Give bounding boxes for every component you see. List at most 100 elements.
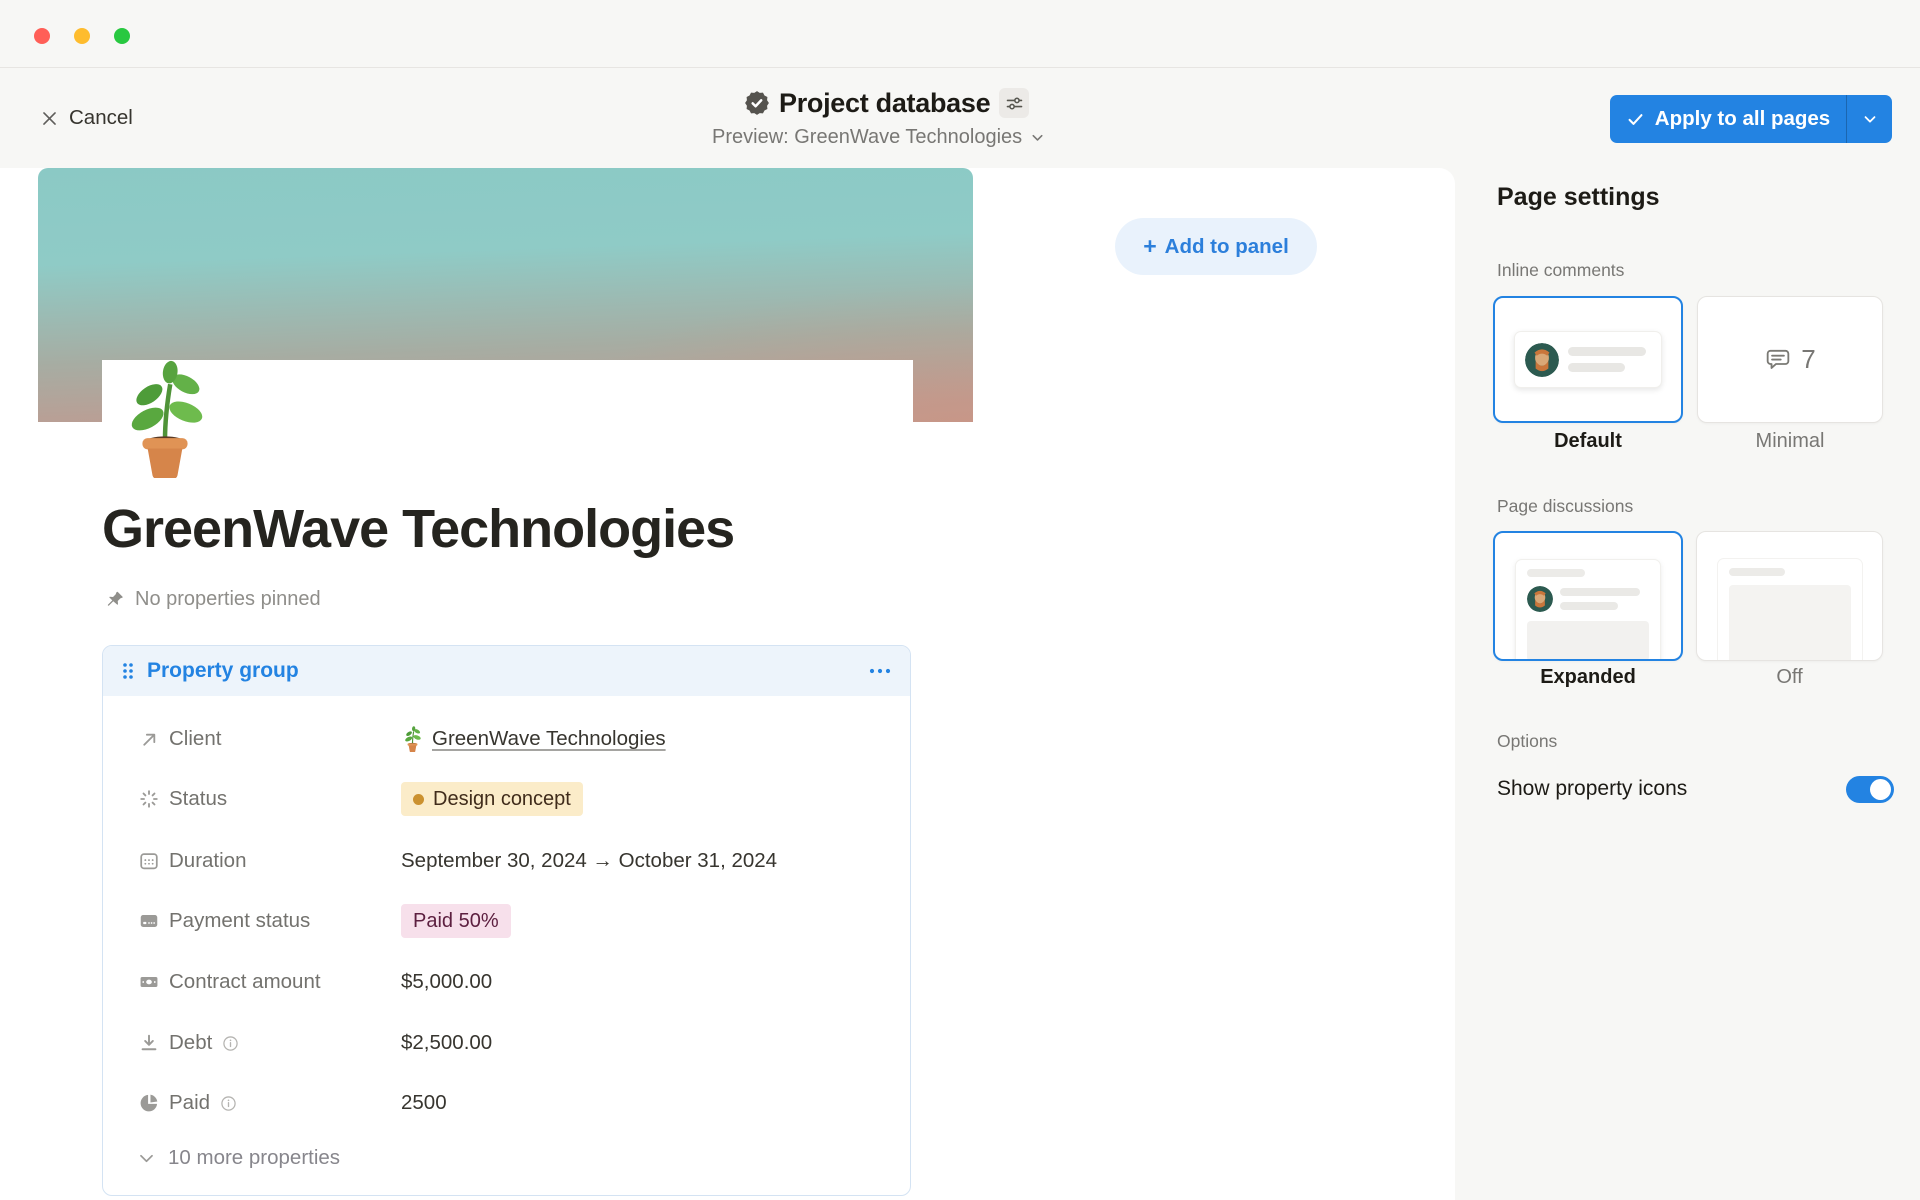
skeleton-line bbox=[1729, 568, 1785, 576]
skeleton-block bbox=[1527, 621, 1649, 661]
avatar bbox=[1525, 343, 1559, 377]
info-icon[interactable] bbox=[219, 1094, 238, 1113]
comment-bubble-icon bbox=[1764, 346, 1792, 374]
property-label[interactable]: Status bbox=[169, 787, 227, 811]
inline-comments-option-minimal[interactable]: 7 bbox=[1697, 296, 1883, 423]
close-button[interactable] bbox=[34, 28, 50, 44]
property-label[interactable]: Debt bbox=[169, 1031, 240, 1055]
page-discussions-label: Page discussions bbox=[1497, 496, 1633, 517]
inline-comments-label: Inline comments bbox=[1497, 260, 1624, 281]
more-properties-label: 10 more properties bbox=[168, 1146, 340, 1170]
database-title: Project database bbox=[779, 88, 990, 119]
property-value-status[interactable]: Design concept bbox=[401, 782, 583, 816]
skeleton-line bbox=[1560, 602, 1618, 610]
download-icon bbox=[137, 1031, 161, 1055]
apply-main[interactable]: Apply to all pages bbox=[1610, 95, 1846, 143]
cancel-button[interactable]: Cancel bbox=[40, 100, 133, 136]
calendar-icon bbox=[137, 849, 161, 873]
property-group-title: Property group bbox=[147, 659, 299, 683]
property-value-contract[interactable]: $5,000.00 bbox=[401, 970, 492, 994]
minimize-button[interactable] bbox=[74, 28, 90, 44]
property-value-paid[interactable]: 2500 bbox=[401, 1091, 447, 1115]
page-settings-title: Page settings bbox=[1497, 183, 1660, 212]
property-label[interactable]: Paid bbox=[169, 1091, 238, 1115]
property-row-contract-amount: Contract amount $5,000.00 bbox=[103, 965, 910, 999]
chevron-down-icon bbox=[1029, 129, 1046, 146]
comment-count: 7 bbox=[1801, 344, 1815, 375]
pushpin-icon bbox=[104, 589, 125, 610]
property-row-status: Status Design concept bbox=[103, 782, 910, 816]
customize-settings-button[interactable] bbox=[999, 88, 1029, 118]
skeleton-comment-row bbox=[1527, 586, 1649, 612]
check-icon bbox=[1626, 110, 1645, 129]
pinned-properties-note: No properties pinned bbox=[104, 588, 321, 611]
x-icon bbox=[40, 109, 59, 128]
apply-dropdown-button[interactable] bbox=[1847, 95, 1892, 143]
page-title: GreenWave Technologies bbox=[102, 498, 734, 560]
page-discussions-option-off[interactable] bbox=[1696, 531, 1883, 661]
property-value-payment[interactable]: Paid 50% bbox=[401, 904, 511, 938]
chevron-down-icon bbox=[137, 1149, 156, 1168]
app-window: Cancel Project database Preview: GreenWa… bbox=[0, 0, 1920, 1200]
contract-amount: $5,000.00 bbox=[401, 970, 492, 994]
skeleton-block bbox=[1729, 585, 1851, 661]
discussion-off-preview-card bbox=[1717, 558, 1863, 661]
discussion-preview-card bbox=[1515, 559, 1661, 661]
show-property-icons-label: Show property icons bbox=[1497, 777, 1687, 801]
info-icon[interactable] bbox=[221, 1034, 240, 1053]
client-page-link[interactable]: GreenWave Technologies bbox=[432, 727, 666, 751]
options-section-label: Options bbox=[1497, 731, 1557, 752]
inline-comments-option-default[interactable] bbox=[1493, 296, 1683, 423]
debt-amount: $2,500.00 bbox=[401, 1031, 492, 1055]
property-group-card: Property group Client GreenWave Technolo… bbox=[102, 645, 911, 1196]
ellipsis-icon bbox=[868, 667, 892, 675]
apply-label: Apply to all pages bbox=[1655, 107, 1830, 131]
drag-handle-icon[interactable] bbox=[121, 661, 135, 681]
property-value-debt[interactable]: $2,500.00 bbox=[401, 1031, 492, 1055]
apply-to-all-pages-button[interactable]: Apply to all pages bbox=[1610, 95, 1892, 143]
property-label[interactable]: Duration bbox=[169, 849, 247, 873]
potted-plant-emoji bbox=[112, 360, 218, 478]
page-preview-panel: GreenWave Technologies No properties pin… bbox=[0, 168, 1455, 1200]
option-label-off: Off bbox=[1696, 666, 1883, 689]
payment-status-badge[interactable]: Paid 50% bbox=[401, 904, 511, 938]
payment-badge-label: Paid 50% bbox=[413, 910, 499, 933]
option-label-expanded: Expanded bbox=[1493, 666, 1683, 689]
more-properties-toggle[interactable]: 10 more properties bbox=[137, 1141, 340, 1175]
status-badge[interactable]: Design concept bbox=[401, 782, 583, 816]
show-property-icons-toggle[interactable] bbox=[1846, 776, 1894, 803]
skeleton-lines bbox=[1568, 347, 1646, 372]
duration-range: September 30, 2024 → October 31, 2024 bbox=[401, 849, 777, 873]
property-value-client[interactable]: GreenWave Technologies bbox=[401, 726, 666, 752]
arrow-up-right-icon bbox=[137, 727, 161, 751]
property-row-paid: Paid 2500 bbox=[103, 1086, 910, 1120]
property-row-payment-status: Payment status Paid 50% bbox=[103, 904, 910, 938]
zoom-button[interactable] bbox=[114, 28, 130, 44]
status-badge-label: Design concept bbox=[433, 788, 571, 811]
property-label[interactable]: Contract amount bbox=[169, 970, 321, 994]
cancel-label: Cancel bbox=[69, 106, 133, 130]
potted-plant-emoji bbox=[401, 726, 424, 752]
add-to-panel-label: Add to panel bbox=[1165, 235, 1289, 259]
plus-icon: + bbox=[1143, 233, 1156, 260]
option-label-default: Default bbox=[1493, 430, 1683, 453]
pinned-note-label: No properties pinned bbox=[135, 588, 321, 611]
property-label[interactable]: Payment status bbox=[169, 909, 310, 933]
page-discussions-option-expanded[interactable] bbox=[1493, 531, 1683, 661]
property-group-menu-button[interactable] bbox=[868, 667, 892, 675]
property-label[interactable]: Client bbox=[169, 727, 221, 751]
property-row-client: Client GreenWave Technologies bbox=[103, 722, 910, 756]
skeleton-line bbox=[1568, 347, 1646, 356]
property-group-header[interactable]: Property group bbox=[103, 646, 910, 696]
seal-check-icon bbox=[744, 90, 770, 116]
comment-preview-card bbox=[1514, 331, 1662, 388]
skeleton-line bbox=[1560, 588, 1640, 596]
credit-card-icon bbox=[137, 909, 161, 933]
property-value-duration[interactable]: September 30, 2024 → October 31, 2024 bbox=[401, 849, 777, 873]
preview-selector[interactable]: Preview: GreenWave Technologies bbox=[712, 124, 1046, 150]
add-to-panel-button[interactable]: + Add to panel bbox=[1115, 218, 1317, 275]
banknote-icon bbox=[137, 970, 161, 994]
window-titlebar bbox=[0, 0, 1920, 68]
skeleton-lines bbox=[1560, 588, 1640, 610]
property-row-debt: Debt $2,500.00 bbox=[103, 1026, 910, 1060]
